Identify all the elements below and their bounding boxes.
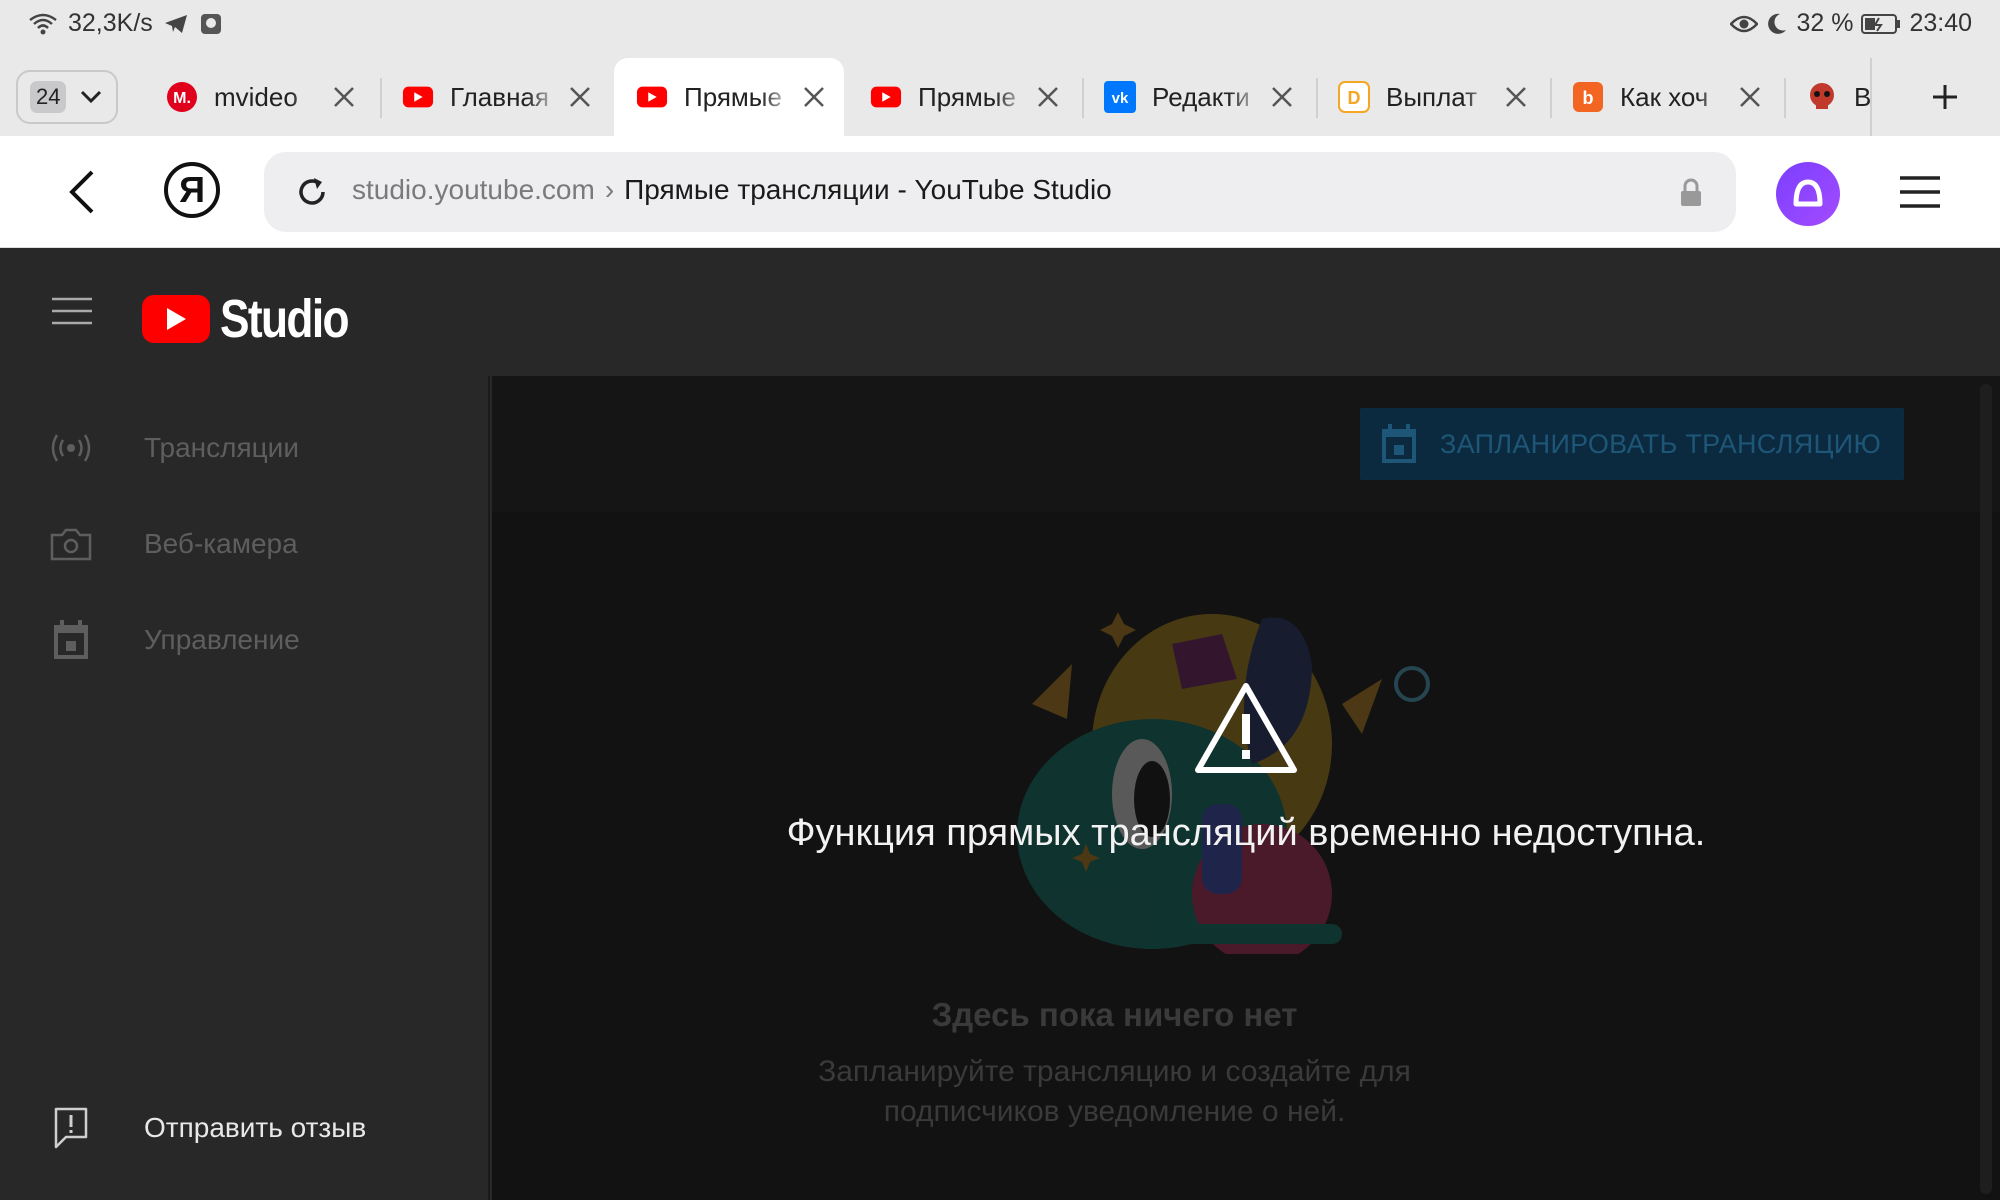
tab-title: В <box>1854 81 1870 112</box>
sidebar-item-webcam[interactable]: Веб-камера <box>0 504 490 584</box>
battery-icon <box>1861 13 1901 35</box>
camera-icon <box>48 521 94 567</box>
close-tab-icon[interactable] <box>330 83 358 111</box>
tab-count: 24 <box>30 81 67 113</box>
tab-payouts[interactable]: D Выплат <box>1316 58 1550 136</box>
alice-icon <box>1793 179 1823 207</box>
tab-youtube-live[interactable]: Прямые <box>848 58 1082 136</box>
feedback-icon <box>48 1105 94 1151</box>
studio-logo-text: Studio <box>220 289 350 349</box>
wifi-icon <box>28 12 58 36</box>
studio-header: Studio <box>0 248 2000 376</box>
tab-strip: 24 М. mvideo Главная Прямые Прямые vk Ре… <box>0 50 2000 136</box>
address-row: Я studio.youtube.com › Прямые трансляции -… <box>0 136 2000 248</box>
tab-count-button[interactable]: 24 <box>16 70 118 124</box>
close-tab-icon[interactable] <box>800 83 828 111</box>
url-domain: studio.youtube.com <box>352 174 595 205</box>
live-unavailable-message: Функция прямых трансляций временно недос… <box>786 812 1706 854</box>
tab-title: Как хоч <box>1620 81 1709 112</box>
vk-favicon: vk <box>1104 81 1136 113</box>
tab-separator <box>1870 58 1872 136</box>
net-speed: 32,3K/s <box>68 9 153 37</box>
tab-title: Главная <box>450 81 549 112</box>
broadcast-icon <box>48 425 94 471</box>
clock: 23:40 <box>1909 9 1972 37</box>
orange-favicon: b <box>1572 81 1604 113</box>
scrollbar[interactable] <box>1980 384 1992 1194</box>
url-separator: › <box>604 174 615 205</box>
empty-state-subtitle-line: Запланируйте трансляцию и создайте для <box>818 1055 1411 1088</box>
back-button[interactable] <box>56 166 106 218</box>
reload-icon[interactable] <box>294 174 330 210</box>
svg-text:D: D <box>1348 88 1361 108</box>
tab-kak-hoch[interactable]: b Как хоч <box>1550 58 1784 136</box>
empty-state-title: Здесь пока ничего нет <box>931 996 1298 1033</box>
tab-vk[interactable]: vk Редакти <box>1082 58 1316 136</box>
tab-youtube-live-active[interactable]: Прямые <box>614 58 844 136</box>
sidebar-item-broadcasts[interactable]: Трансляции <box>0 408 490 488</box>
svg-text:vk: vk <box>1112 90 1129 107</box>
url-text: studio.youtube.com › Прямые трансляции - Y… <box>352 174 1112 206</box>
telegram-icon <box>163 13 189 35</box>
close-tab-icon[interactable] <box>1736 83 1764 111</box>
back-arrow-icon <box>69 170 94 214</box>
hamburger-icon[interactable] <box>52 296 92 326</box>
sidebar-item-label: Управление <box>144 624 300 655</box>
empty-state-subtitle: Запланируйте трансляцию и создайте для п… <box>492 1052 1737 1132</box>
svg-text:b: b <box>1583 88 1594 108</box>
tab-title: Прямые <box>918 81 1016 112</box>
plus-icon <box>1933 85 1957 109</box>
chevron-down-icon <box>81 90 102 104</box>
sidebar-item-label: Веб-камера <box>144 528 298 559</box>
url-page-title: Прямые трансляции - YouTube Studio <box>624 174 1112 205</box>
sidebar-feedback[interactable]: Отправить отзыв <box>0 1088 490 1168</box>
tab-title: Выплат <box>1386 81 1478 112</box>
close-tab-icon[interactable] <box>1034 83 1062 111</box>
tab-title: Прямые <box>684 81 782 112</box>
youtube-play-icon <box>142 295 210 343</box>
donationalerts-favicon: D <box>1338 81 1370 113</box>
tab-title: mvideo <box>214 81 298 112</box>
yandex-logo: Я <box>179 169 205 210</box>
mvideo-favicon: М. <box>166 81 198 113</box>
eye-icon <box>1730 14 1759 34</box>
yandex-button[interactable]: Я <box>164 162 220 218</box>
warning-icon <box>1195 683 1297 773</box>
youtube-favicon <box>402 81 434 113</box>
new-tab-button[interactable] <box>1920 72 1970 122</box>
sidebar-item-label: Трансляции <box>144 432 299 463</box>
moon-icon <box>1766 12 1788 36</box>
studio-sidebar: Трансляции Веб-камера Управление Отправи… <box>0 376 490 1200</box>
lock-icon[interactable] <box>1678 178 1704 208</box>
sidebar-item-label: Отправить отзыв <box>144 1112 367 1143</box>
svg-text:М.: М. <box>173 90 191 107</box>
skull-favicon <box>1806 81 1838 113</box>
youtube-favicon <box>636 81 668 113</box>
calendar-icon <box>48 617 94 663</box>
schedule-stream-button[interactable]: ЗАПЛАНИРОВАТЬ ТРАНСЛЯЦИЮ <box>1360 408 1904 480</box>
address-bar[interactable]: studio.youtube.com › Прямые трансляции - Y… <box>264 152 1736 232</box>
tab-youtube-main[interactable]: Главная <box>380 58 614 136</box>
close-tab-icon[interactable] <box>1268 83 1296 111</box>
browser-menu-icon[interactable] <box>1898 174 1942 210</box>
studio-logo[interactable]: Studio <box>142 288 376 350</box>
alice-assistant-button[interactable] <box>1776 162 1840 226</box>
empty-state-subtitle-line: подписчиков уведомление о ней. <box>883 1095 1346 1128</box>
studio-main: ЗАПЛАНИРОВАТЬ ТРАНСЛЯЦИЮ Функция прямых … <box>492 376 2000 1200</box>
tab-partial[interactable]: В <box>1784 58 1870 136</box>
sidebar-item-manage[interactable]: Управление <box>0 600 490 680</box>
close-tab-icon[interactable] <box>1502 83 1530 111</box>
youtube-favicon <box>870 81 902 113</box>
calendar-icon <box>1382 424 1416 463</box>
battery-percent: 32 % <box>1796 9 1854 37</box>
schedule-stream-label: ЗАПЛАНИРОВАТЬ ТРАНСЛЯЦИЮ <box>1440 428 1882 459</box>
tab-title: Редакти <box>1152 81 1250 112</box>
tab-mvideo[interactable]: М. mvideo <box>144 58 378 136</box>
notification-icon <box>199 12 223 36</box>
close-tab-icon[interactable] <box>566 83 594 111</box>
status-bar: 32,3K/s 32 % 23:40 <box>0 0 2000 50</box>
